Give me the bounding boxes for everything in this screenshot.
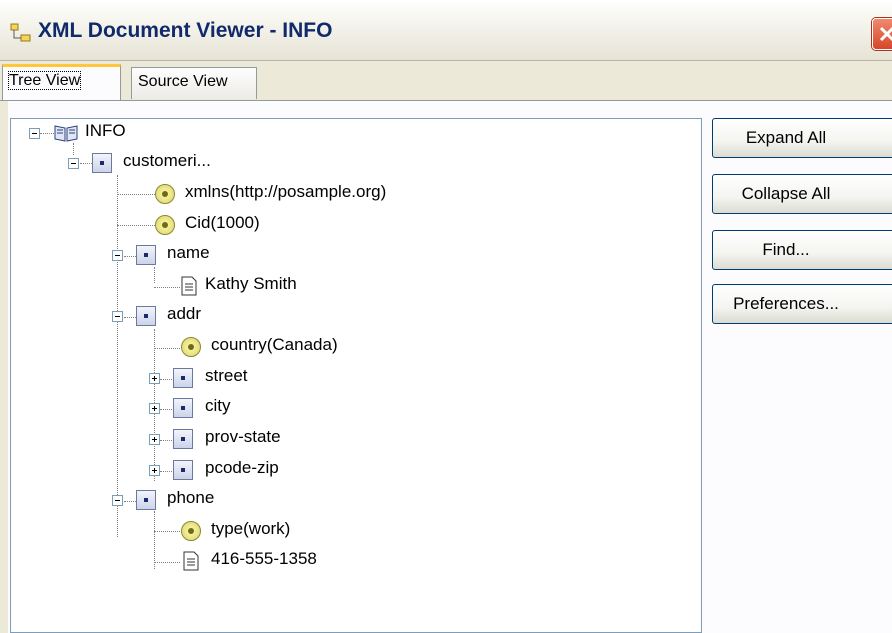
window-title: XML Document Viewer - INFO <box>38 19 333 42</box>
title-bar[interactable]: XML Document Viewer - INFO <box>0 0 892 61</box>
collapse-toggle-icon[interactable] <box>112 311 123 322</box>
tab-label: Source View <box>138 73 228 90</box>
tree-node-phone[interactable]: phone <box>11 486 311 514</box>
tree-node-addr[interactable]: addr <box>11 302 311 330</box>
close-icon <box>879 26 892 42</box>
collapse-toggle-icon[interactable] <box>112 495 123 506</box>
tree-node-country[interactable]: country(Canada) <box>11 333 411 361</box>
button-label: Collapse All <box>741 184 831 203</box>
element-icon <box>173 368 193 388</box>
tree-node-label: country(Canada) <box>211 335 338 354</box>
expand-toggle-icon[interactable] <box>149 465 160 476</box>
element-icon <box>136 490 156 510</box>
xml-tree-icon <box>10 23 31 42</box>
open-book-icon <box>54 125 78 142</box>
tree-node-type[interactable]: type(work) <box>11 517 351 545</box>
attribute-icon <box>155 215 175 235</box>
tree-root-node[interactable]: INFO <box>11 119 311 147</box>
tree-node-label: type(work) <box>211 519 291 538</box>
element-icon <box>173 429 193 449</box>
element-icon <box>92 153 112 173</box>
tree-node-name[interactable]: name <box>11 241 311 269</box>
text-node-icon <box>183 551 199 571</box>
tree-node-label: name <box>167 243 210 262</box>
tab-label: Tree View <box>7 71 82 90</box>
tree-node-label: Cid(1000) <box>185 213 260 232</box>
tree-node-street[interactable]: street <box>11 364 311 392</box>
tab-strip: Tree View Source View <box>0 60 892 100</box>
element-icon <box>136 245 156 265</box>
tree-node-phone-text[interactable]: 416-555-1358 <box>11 547 371 575</box>
tree-node-label: customeri... <box>123 151 211 170</box>
tree-node-label: pcode-zip <box>205 458 279 477</box>
tab-tree-view[interactable]: Tree View <box>2 64 121 100</box>
find-button[interactable]: Find... <box>712 230 892 270</box>
tree-node-label: Kathy Smith <box>205 274 297 293</box>
close-button[interactable] <box>872 18 892 50</box>
xml-tree[interactable]: INFO customeri... xmlns(http://posample.… <box>10 118 702 633</box>
tree-node-cid[interactable]: Cid(1000) <box>11 211 311 239</box>
xml-viewer-window: XML Document Viewer - INFO Tree View Sou… <box>0 0 892 633</box>
tree-node-label: addr <box>167 304 202 323</box>
expand-toggle-icon[interactable] <box>149 373 160 384</box>
tree-node-label: phone <box>167 488 215 507</box>
button-label: Preferences... <box>733 294 839 313</box>
element-icon <box>173 398 193 418</box>
tree-node-label: city <box>205 396 231 415</box>
tree-node-label: prov-state <box>205 427 281 446</box>
expand-toggle-icon[interactable] <box>149 403 160 414</box>
tree-node-label: xmlns(http://posample.org) <box>185 182 387 201</box>
collapse-toggle-icon[interactable] <box>112 250 123 261</box>
preferences-button[interactable]: Preferences... <box>712 284 892 324</box>
button-label: Expand All <box>745 128 827 147</box>
attribute-icon <box>181 521 201 541</box>
text-node-icon <box>181 276 197 296</box>
expand-toggle-icon[interactable] <box>149 434 160 445</box>
tree-node-text[interactable]: Kathy Smith <box>11 272 351 300</box>
tree-node-xmlns[interactable]: xmlns(http://posample.org) <box>11 180 471 208</box>
tree-node-customerinfo[interactable]: customeri... <box>11 149 331 177</box>
tree-node-pcode-zip[interactable]: pcode-zip <box>11 456 351 484</box>
tree-node-prov-state[interactable]: prov-state <box>11 425 351 453</box>
attribute-icon <box>181 337 201 357</box>
collapse-toggle-icon[interactable] <box>68 158 79 169</box>
collapse-all-button[interactable]: Collapse All <box>712 174 892 214</box>
attribute-icon <box>155 184 175 204</box>
tab-source-view[interactable]: Source View <box>131 67 257 99</box>
expand-all-button[interactable]: Expand All <box>712 118 892 158</box>
tree-node-label: street <box>205 366 248 385</box>
element-icon <box>136 306 156 326</box>
button-label: Find... <box>762 240 810 259</box>
tree-node-city[interactable]: city <box>11 394 311 422</box>
element-icon <box>173 460 193 480</box>
tree-node-label: INFO <box>85 121 126 140</box>
collapse-toggle-icon[interactable] <box>29 128 40 139</box>
tree-node-label: 416-555-1358 <box>211 549 317 568</box>
